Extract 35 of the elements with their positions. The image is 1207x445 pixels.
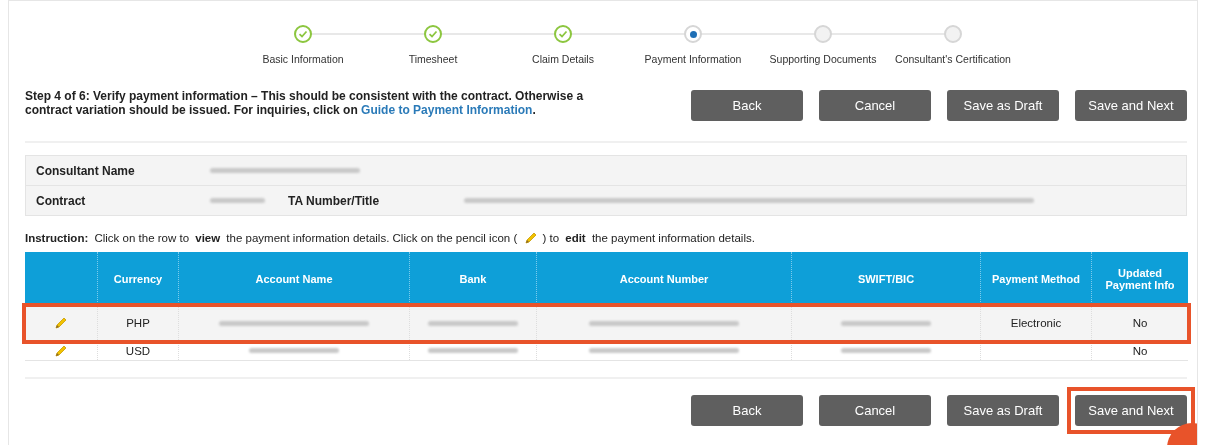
action-button[interactable]: Back bbox=[691, 90, 803, 121]
table-cell: Electronic bbox=[1010, 317, 1062, 329]
field-label: Contract bbox=[35, 193, 87, 208]
column-header: Bank bbox=[459, 273, 487, 285]
step-label[interactable]: Payment Information bbox=[644, 53, 742, 65]
step-label[interactable]: Basic Information bbox=[262, 53, 344, 65]
action-button[interactable]: Cancel bbox=[819, 395, 931, 426]
action-button[interactable]: Save and Next bbox=[1075, 90, 1187, 121]
pencil-icon[interactable] bbox=[53, 315, 69, 331]
column-header: Updated Payment Info bbox=[1104, 267, 1176, 291]
table-row[interactable]: PHP Electronic No bbox=[25, 306, 1188, 341]
action-button[interactable]: Save and Next bbox=[1075, 395, 1187, 426]
table-cell: No bbox=[1132, 344, 1148, 357]
column-header: Payment Method bbox=[992, 273, 1080, 285]
column-header: Account Number bbox=[619, 273, 709, 285]
step-label[interactable]: Timesheet bbox=[408, 53, 458, 65]
field-label: TA Number/Title bbox=[287, 193, 381, 208]
redacted-text bbox=[210, 198, 265, 203]
step-label[interactable]: Supporting Documents bbox=[769, 53, 877, 65]
step-label[interactable]: Consultant's Certification bbox=[895, 53, 1011, 65]
action-button[interactable]: Cancel bbox=[819, 90, 931, 121]
table-row[interactable]: USD No bbox=[25, 341, 1188, 361]
column-header: SWIFT/BIC bbox=[857, 273, 915, 285]
action-button[interactable]: Save as Draft bbox=[947, 90, 1059, 121]
column-header: Currency bbox=[113, 273, 163, 285]
action-button[interactable]: Save as Draft bbox=[947, 395, 1059, 426]
table-cell: No bbox=[1132, 317, 1148, 329]
step-label[interactable]: Claim Details bbox=[532, 53, 594, 65]
field-label: Consultant Name bbox=[35, 163, 136, 178]
action-button[interactable]: Back bbox=[691, 395, 803, 426]
table-cell: PHP bbox=[126, 317, 150, 329]
step-description: Step 4 of 6: Verify payment information – This should be consistent with the contract. Otherwise a contract variation should be issued. For inquiries, click on Guide to Payment Information. bbox=[25, 89, 585, 117]
column-header: Account Name bbox=[255, 273, 333, 285]
table-cell: USD bbox=[125, 344, 151, 357]
instruction-text: Instruction: Click on the row to view the payment information details. Click on the pencil icon ( ) to edit the payment information details. bbox=[25, 230, 756, 246]
